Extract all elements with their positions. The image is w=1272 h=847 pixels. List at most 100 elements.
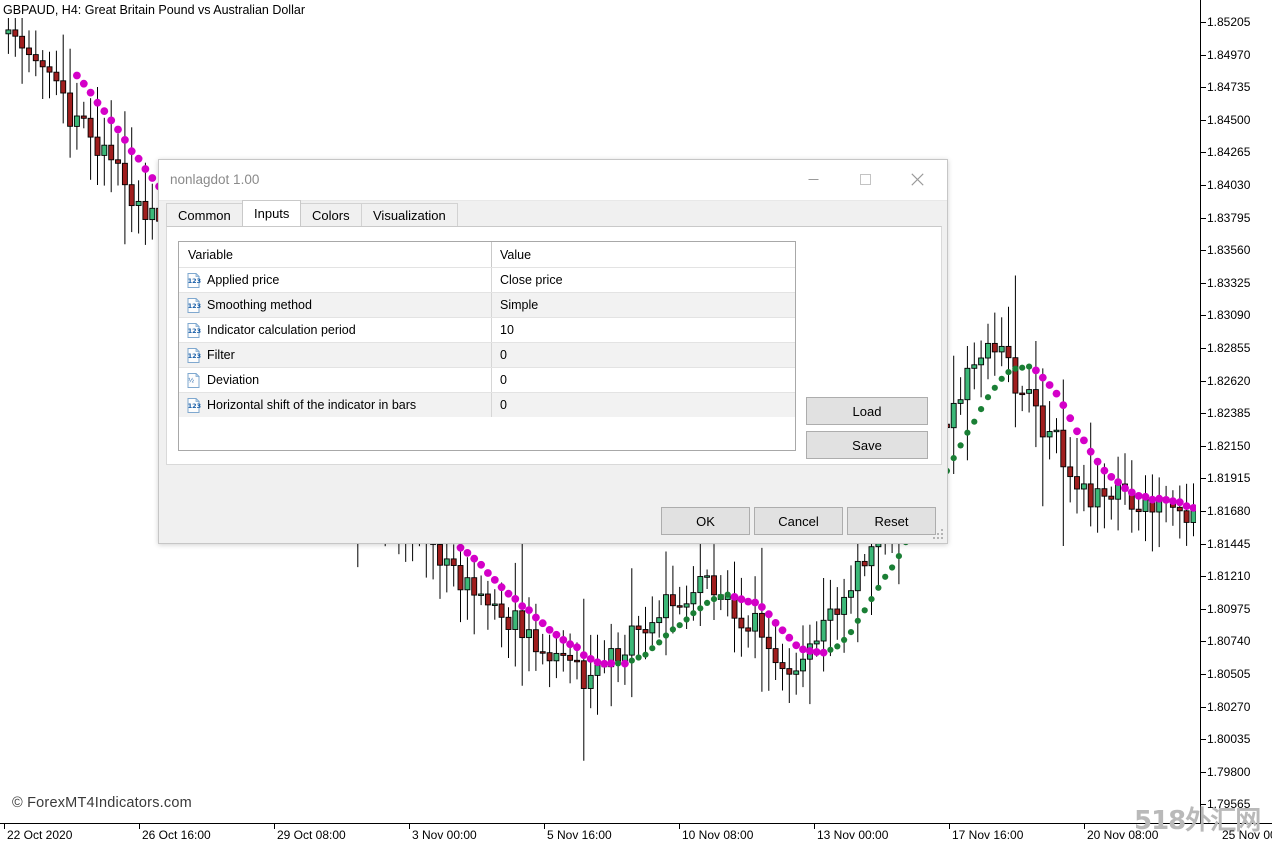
resize-grip[interactable] — [933, 529, 945, 541]
price-tick — [1200, 608, 1206, 610]
price-tick — [1200, 119, 1206, 121]
price-tick-label: 1.80270 — [1207, 699, 1251, 714]
chart-watermark-right: 518外汇网 — [1134, 806, 1261, 836]
svg-text:123: 123 — [188, 326, 201, 334]
price-tick-label: 1.82855 — [1207, 341, 1251, 355]
price-tick-label: 1.84500 — [1207, 112, 1251, 127]
tab-inputs[interactable]: Inputs — [242, 200, 302, 226]
cancel-button[interactable]: Cancel — [754, 507, 843, 535]
param-name-cell: 123 Applied price — [179, 268, 492, 292]
tab-colors[interactable]: Colors — [300, 203, 362, 226]
indicator-properties-dialog[interactable]: nonlagdot 1.00 Common Inputs Colors Visuali… — [158, 159, 948, 544]
price-axis[interactable]: 1.85205 1.84970 1.84735 1.84500 1.84265 1.840… — [1196, 0, 1272, 823]
svg-text:123: 123 — [188, 301, 201, 309]
tab-common[interactable]: Common — [166, 203, 243, 226]
reset-button[interactable]: Reset — [847, 507, 936, 535]
svg-text:123: 123 — [188, 401, 201, 409]
mt4-chart-window: GBPAUD, H4: Great Britain Pound vs Austr… — [0, 0, 1272, 847]
param-value-cell[interactable]: Close price — [492, 268, 795, 292]
cancel-button-label: Cancel — [778, 513, 819, 529]
time-tick-label: 22 Oct 2020 — [7, 828, 73, 842]
dialog-tabs[interactable]: Common Inputs Colors Visualization — [159, 200, 947, 226]
price-tick — [1200, 478, 1206, 480]
param-value-cell[interactable]: 0 — [492, 368, 795, 392]
param-name-label: Smoothing method — [207, 298, 312, 312]
price-tick-label: 1.80975 — [1207, 601, 1251, 616]
price-tick — [1200, 445, 1206, 447]
close-button[interactable] — [895, 160, 940, 199]
time-tick-label: 3 Nov 00:00 — [412, 828, 477, 842]
param-value-cell[interactable]: 10 — [492, 318, 795, 342]
time-tick-label: 26 Oct 16:00 — [142, 828, 211, 842]
price-tick-label: 1.81210 — [1207, 569, 1251, 584]
price-tick-label: 1.84970 — [1207, 47, 1251, 62]
time-tick — [1084, 823, 1085, 829]
time-tick-label: 13 Nov 00:00 — [817, 828, 889, 842]
param-name-cell: 123 Indicator calculation period — [179, 318, 492, 342]
table-row[interactable]: 123 Applied price Close price — [179, 267, 795, 292]
save-button-label: Save — [852, 437, 882, 453]
price-axis-line — [1200, 0, 1201, 823]
reset-button-label: Reset — [874, 513, 909, 529]
dialog-title-bar[interactable]: nonlagdot 1.00 — [159, 160, 947, 201]
int-123-icon: 123 — [186, 297, 201, 313]
price-tick-label: 1.81915 — [1207, 471, 1251, 486]
ok-button[interactable]: OK — [661, 507, 750, 535]
load-button-label: Load — [852, 403, 882, 419]
param-name-cell: ½ Deviation — [179, 368, 492, 392]
price-tick-label: 1.84030 — [1207, 178, 1251, 192]
param-value-label: Simple — [500, 298, 539, 312]
tab-label: Visualization — [373, 208, 446, 223]
price-tick — [1200, 217, 1206, 219]
table-row[interactable]: 123 Indicator calculation period 10 — [179, 317, 795, 342]
minimize-button[interactable] — [791, 160, 836, 199]
maximize-button[interactable] — [843, 160, 888, 199]
price-tick-label: 1.83795 — [1207, 210, 1251, 225]
price-tick-label: 1.82150 — [1207, 438, 1251, 453]
minimize-icon — [808, 179, 819, 180]
time-tick-label: 5 Nov 16:00 — [547, 828, 612, 842]
half-icon: ½ — [186, 372, 201, 388]
param-value-cell[interactable]: Simple — [492, 293, 795, 317]
int-123-icon: 123 — [186, 347, 201, 363]
price-tick — [1200, 706, 1206, 708]
table-row[interactable]: 123 Smoothing method Simple — [179, 292, 795, 317]
price-tick — [1200, 739, 1206, 741]
price-tick-label: 1.80505 — [1207, 667, 1251, 681]
load-button[interactable]: Load — [806, 397, 928, 425]
close-icon — [911, 173, 924, 186]
price-tick — [1200, 22, 1206, 23]
price-tick-label: 1.82385 — [1207, 406, 1251, 421]
tab-visualization[interactable]: Visualization — [361, 203, 458, 226]
time-axis[interactable]: 22 Oct 2020 26 Oct 16:00 29 Oct 08:00 3 Nov… — [0, 823, 1272, 847]
param-value-label: 10 — [500, 323, 514, 337]
time-tick-label: 10 Nov 08:00 — [682, 828, 754, 842]
table-row[interactable]: 123 Horizontal shift of the indicator in … — [179, 392, 795, 417]
time-tick — [4, 823, 5, 829]
param-name-label: Indicator calculation period — [207, 323, 356, 337]
time-tick — [544, 823, 545, 829]
param-value-cell[interactable]: 0 — [492, 343, 795, 367]
param-name-label: Applied price — [207, 273, 280, 287]
param-value-label: 0 — [500, 348, 507, 362]
price-tick — [1200, 641, 1206, 643]
price-tick-label: 1.83325 — [1207, 275, 1251, 290]
price-tick-label: 1.81680 — [1207, 504, 1251, 518]
price-tick-label: 1.84265 — [1207, 145, 1251, 160]
price-tick — [1200, 152, 1206, 154]
svg-text:½: ½ — [188, 376, 194, 384]
price-tick — [1200, 348, 1206, 349]
price-tick — [1200, 87, 1206, 89]
parameters-table[interactable]: Variable Value 123 Applied price Close price… — [178, 241, 796, 451]
time-axis-line — [0, 823, 1272, 824]
price-tick — [1200, 511, 1206, 512]
table-header-row: Variable Value — [179, 242, 795, 267]
param-value-label: 0 — [500, 398, 507, 412]
price-tick — [1200, 315, 1206, 317]
time-tick — [139, 823, 140, 829]
table-row[interactable]: ½ Deviation 0 — [179, 367, 795, 392]
table-row[interactable]: 123 Filter 0 — [179, 342, 795, 367]
price-tick-label: 1.80740 — [1207, 634, 1251, 649]
param-value-cell[interactable]: 0 — [492, 393, 795, 417]
save-button[interactable]: Save — [806, 431, 928, 459]
